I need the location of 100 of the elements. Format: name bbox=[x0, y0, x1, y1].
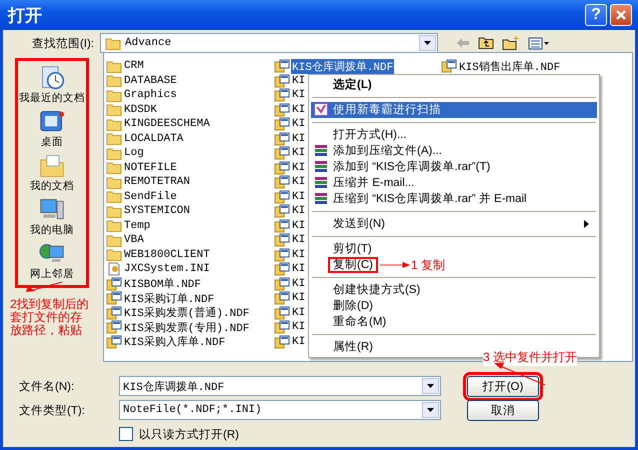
file-item[interactable]: KI bbox=[291, 248, 306, 261]
caret-icon bbox=[424, 41, 431, 45]
books-icon bbox=[314, 160, 328, 173]
caret-icon bbox=[427, 408, 434, 412]
folder-icon bbox=[106, 74, 122, 88]
file-item[interactable]: KIS采购入库单.NDF bbox=[123, 334, 226, 350]
file-item[interactable]: VBA bbox=[123, 234, 145, 246]
file-item[interactable]: Temp bbox=[123, 220, 152, 232]
menu-item[interactable]: 创建快捷方式(S) bbox=[311, 282, 597, 298]
place-item[interactable]: 桌面 bbox=[38, 109, 66, 151]
file-item[interactable]: LOCALDATA bbox=[123, 132, 184, 145]
menu-item[interactable]: 复制(C) 1 复制 bbox=[311, 257, 597, 273]
file-item[interactable]: KDSDK bbox=[123, 104, 158, 116]
file-item[interactable]: KI bbox=[291, 263, 306, 276]
file-item[interactable]: KI bbox=[291, 176, 306, 188]
annotation-text: 1 复制 bbox=[410, 256, 445, 274]
books-icon bbox=[314, 176, 328, 189]
file-item[interactable]: KINGDEESCHEMA bbox=[123, 118, 211, 130]
document-icon bbox=[274, 218, 290, 233]
file-item[interactable]: SendFile bbox=[123, 190, 178, 203]
document-icon bbox=[274, 102, 290, 117]
file-item[interactable]: JXCSystem.INI bbox=[123, 263, 211, 276]
menu-item[interactable]: 压缩到 “KIS仓库调拨单.rar” 并 E-mail bbox=[311, 191, 597, 207]
file-item[interactable]: KI bbox=[291, 74, 306, 87]
menu-item[interactable]: 添加到压缩文件(A)... bbox=[311, 143, 597, 159]
file-item[interactable]: KI bbox=[291, 292, 306, 304]
folder-icon bbox=[106, 118, 122, 131]
file-item[interactable]: KI bbox=[291, 336, 306, 348]
folder-icon bbox=[106, 132, 122, 146]
place-item[interactable]: 我的电脑 bbox=[30, 197, 74, 239]
document-icon bbox=[106, 334, 122, 349]
document-icon bbox=[274, 291, 290, 306]
document-icon bbox=[274, 306, 290, 320]
file-item[interactable]: KIS采购订单.NDF bbox=[123, 290, 216, 306]
folder-icon bbox=[106, 219, 122, 232]
file-item[interactable]: SYSTEMICON bbox=[123, 205, 192, 218]
menu-item[interactable]: 打开方式(H)... bbox=[311, 127, 597, 143]
read-only-checkbox[interactable] bbox=[119, 427, 133, 441]
annotation-text: 2找到复制后的套打文件的存放路径，粘贴 bbox=[10, 298, 90, 337]
file-item[interactable]: KI bbox=[291, 220, 306, 232]
file-item[interactable]: WEB1800CLIENT bbox=[123, 248, 211, 261]
menu-item[interactable]: 重命名(M) bbox=[311, 314, 597, 330]
folder-up-icon[interactable] bbox=[478, 36, 494, 50]
cancel-button[interactable]: 取消 bbox=[467, 400, 539, 420]
file-item[interactable]: KI bbox=[291, 190, 306, 203]
file-item[interactable]: Log bbox=[123, 147, 145, 160]
look-in-dropdown[interactable]: Advance bbox=[100, 33, 438, 53]
file-item[interactable]: KI bbox=[291, 306, 306, 319]
place-item[interactable]: 我最近的文档 bbox=[19, 65, 85, 107]
file-item[interactable]: Graphics bbox=[123, 89, 178, 102]
file-type-field[interactable]: NoteFile(*.NDF;*.INI) bbox=[120, 401, 422, 419]
new-folder-icon[interactable] bbox=[502, 36, 520, 50]
file-item[interactable]: KI bbox=[291, 118, 306, 130]
menu-item[interactable]: 压缩并 E-mail... bbox=[311, 175, 597, 191]
file-type-label: 文件类型(T): bbox=[19, 404, 86, 418]
file-item[interactable]: KIS采购发票(专用).NDF bbox=[123, 320, 250, 335]
menu-item[interactable]: 添加到 “KIS仓库调拨单.rar”(T) bbox=[311, 159, 597, 175]
file-item[interactable]: CRM bbox=[123, 60, 145, 72]
file-item[interactable]: KIS采购发票(普通).NDF bbox=[123, 305, 250, 320]
file-name-field[interactable]: KIS仓库调拨单.NDF bbox=[120, 377, 422, 395]
document-icon bbox=[106, 291, 122, 306]
place-item[interactable]: 我的文档 bbox=[30, 153, 74, 195]
close-icon bbox=[615, 9, 627, 21]
view-menu-icon[interactable] bbox=[528, 36, 550, 50]
file-type-combobox[interactable]: NoteFile(*.NDF;*.INI) bbox=[119, 400, 441, 420]
menu-item[interactable]: 使用新毒霸进行扫描 bbox=[311, 102, 597, 118]
file-item[interactable]: KI bbox=[291, 278, 306, 290]
help-button[interactable]: ? bbox=[585, 4, 607, 26]
menu-item[interactable]: 发送到(N) bbox=[311, 216, 597, 232]
file-item[interactable]: KI bbox=[291, 234, 306, 246]
file-item[interactable]: REMOTETRAN bbox=[123, 176, 192, 188]
file-item[interactable]: KI bbox=[291, 132, 306, 145]
file-item[interactable]: KI bbox=[291, 162, 306, 174]
dropdown-button[interactable] bbox=[422, 402, 439, 418]
file-item[interactable]: NOTEFILE bbox=[123, 162, 178, 174]
file-item[interactable]: KI bbox=[291, 89, 306, 102]
folder-icon bbox=[106, 190, 122, 204]
file-item[interactable]: KIS仓库调拨单.NDF bbox=[291, 58, 394, 74]
folder-icon bbox=[106, 176, 122, 189]
dropdown-button[interactable] bbox=[419, 35, 436, 51]
document-icon bbox=[106, 306, 122, 320]
folder-icon bbox=[106, 161, 122, 174]
folder-icon bbox=[106, 248, 122, 262]
document-icon bbox=[274, 117, 290, 132]
file-item[interactable]: KI bbox=[291, 321, 306, 334]
submenu-arrow-icon bbox=[584, 220, 589, 228]
dropdown-button[interactable] bbox=[422, 378, 439, 394]
file-item[interactable]: KI bbox=[291, 147, 306, 160]
file-item[interactable]: KI bbox=[291, 104, 306, 116]
menu-item[interactable]: 剪切(T) bbox=[311, 241, 597, 257]
file-item[interactable]: KI bbox=[291, 205, 306, 218]
file-name-combobox[interactable]: KIS仓库调拨单.NDF bbox=[119, 376, 441, 396]
file-item[interactable]: KIS销售出库单.NDF bbox=[458, 58, 562, 74]
file-item[interactable]: KISBOM单.NDF bbox=[123, 276, 202, 292]
document-icon bbox=[274, 190, 290, 204]
close-button[interactable] bbox=[610, 4, 632, 26]
menu-item[interactable]: 删除(D) bbox=[311, 298, 597, 314]
file-item[interactable]: DATABASE bbox=[123, 74, 178, 87]
menu-item[interactable]: 选定(L) bbox=[311, 77, 597, 93]
place-item[interactable]: 网上邻居 bbox=[30, 241, 74, 283]
